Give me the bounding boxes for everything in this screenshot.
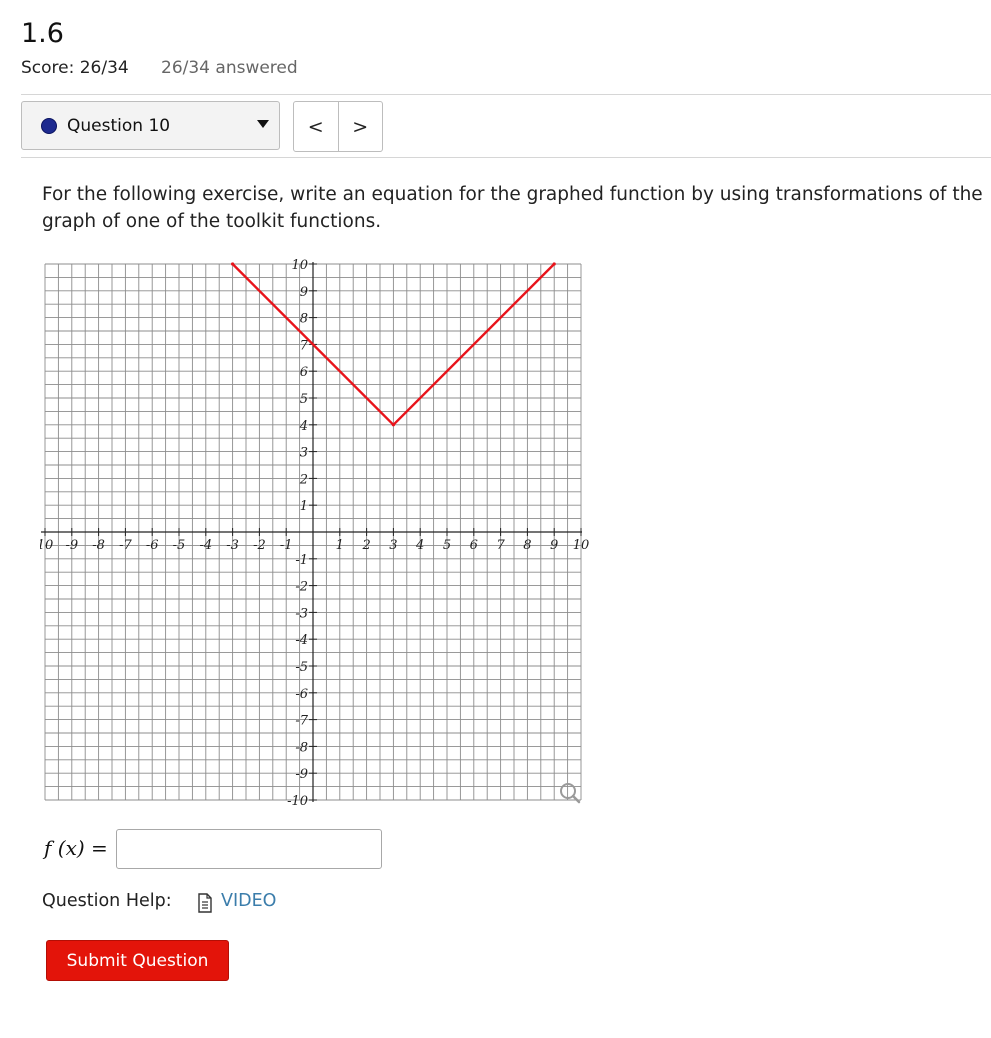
x-tick-label: 9 [550, 538, 558, 553]
y-tick-label: 4 [299, 419, 308, 434]
y-tick-label: 3 [300, 446, 308, 461]
y-tick-label: 5 [300, 392, 308, 407]
answer-input[interactable] [116, 829, 382, 869]
x-tick-label: 7 [496, 538, 505, 553]
question-prompt: For the following exercise, write an equ… [42, 184, 983, 232]
answered-count: 26/34 answered [161, 58, 298, 78]
x-tick-label: -8 [92, 538, 105, 553]
score-text: Score: 26/34 [21, 58, 129, 78]
y-tick-label: 1 [300, 499, 308, 514]
function-point [391, 423, 395, 427]
y-tick-label: -8 [295, 740, 308, 755]
y-tick-label: -9 [295, 767, 308, 782]
fx-label: f (x) = [44, 836, 108, 860]
x-tick-label: 3 [389, 538, 397, 553]
submit-question-button[interactable]: Submit Question [46, 940, 229, 981]
x-tick-label: -6 [146, 538, 159, 553]
x-tick-label: 1 [336, 538, 344, 553]
x-tick-label: 6 [470, 538, 478, 553]
video-help-link[interactable]: VIDEO [221, 891, 276, 911]
y-tick-label: -7 [295, 714, 308, 729]
function-graph: 10 -9 -8 -7 -6 -5 -4 -3 -2 -1 1 2 3 4 5 6 7 8 9 10 10 9 8 7 6 5 4… [40, 258, 590, 808]
x-tick-label: -9 [65, 538, 78, 553]
divider [21, 94, 991, 95]
question-nav: < > [293, 101, 383, 152]
y-tick-label: 10 [291, 258, 308, 273]
prev-question-button[interactable]: < [294, 102, 338, 151]
question-select[interactable]: Question 10 [21, 101, 280, 150]
document-icon [198, 893, 212, 913]
next-question-button[interactable]: > [337, 102, 383, 151]
x-tick-label: 10 [40, 538, 53, 553]
page-title: 1.6 [21, 18, 64, 49]
y-tick-label: -1 [295, 553, 308, 568]
x-tick-label: 8 [523, 538, 531, 553]
x-tick-label: -3 [226, 538, 239, 553]
y-tick-label: -6 [295, 687, 308, 702]
divider [21, 157, 991, 158]
y-tick-label: -10 [287, 794, 308, 808]
x-tick-label: -2 [253, 538, 266, 553]
question-select-label: Question 10 [67, 116, 171, 136]
x-tick-label: 5 [443, 538, 451, 553]
x-tick-label: -7 [119, 538, 132, 553]
y-tick-label: 6 [300, 365, 308, 380]
x-tick-label: -5 [173, 538, 186, 553]
x-tick-label: 10 [573, 538, 590, 553]
question-status-dot-icon [41, 118, 57, 134]
y-tick-label: 9 [300, 285, 308, 300]
x-tick-label: -1 [280, 538, 293, 553]
caret-down-icon [257, 120, 269, 128]
y-tick-label: 7 [300, 338, 309, 353]
function-point [231, 262, 235, 266]
function-point [552, 262, 556, 266]
y-tick-label: -2 [295, 580, 308, 595]
x-tick-label: 2 [361, 538, 370, 553]
y-tick-label: -4 [295, 633, 308, 648]
question-help-label: Question Help: [42, 891, 172, 911]
y-tick-label: -5 [295, 660, 308, 675]
x-tick-label: 4 [415, 538, 424, 553]
x-tick-label: -4 [199, 538, 212, 553]
y-tick-label: 8 [300, 312, 308, 327]
y-tick-label: -3 [295, 606, 308, 621]
y-tick-label: 2 [299, 472, 308, 487]
